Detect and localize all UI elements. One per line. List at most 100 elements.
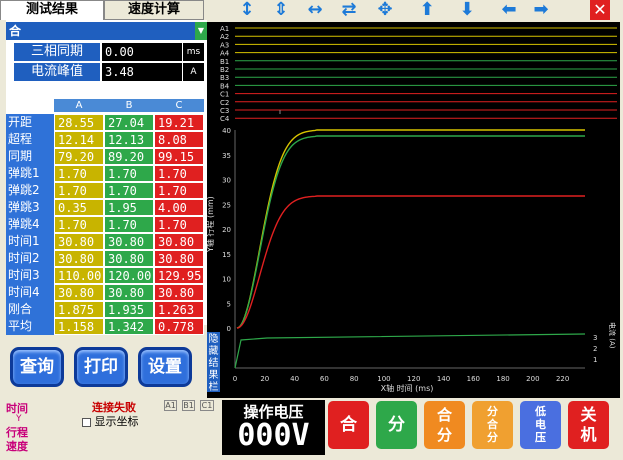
travel-plot[interactable]: A1 A2 A3 A4 B1 B2 B3 B4 C1 C2 C3 C4 40 35 30 25 20 15 10 5 0…	[205, 22, 620, 398]
show-coords-label: 显示坐标	[94, 415, 139, 428]
y-tick-label: 30	[222, 177, 231, 185]
hide-results-text: 隐	[209, 333, 219, 345]
plot-toolbar: ↕ ⇕ ↔ ⇄ ✥ ⬆ ⬇ ⬅ ➡ ✕	[207, 0, 623, 22]
cell-a: 0.35	[54, 199, 104, 216]
right-tick-label: 2	[593, 345, 597, 353]
travel-curve	[236, 129, 585, 329]
tab-speed-calc[interactable]: 速度计算	[104, 0, 204, 20]
sync3-value: 0.00	[102, 43, 182, 61]
compress-vertical-icon[interactable]: ⇕	[271, 0, 291, 20]
cell-c: 19.21	[154, 114, 204, 131]
voltage-panel: 操作电压 000V	[222, 400, 325, 455]
sync3-label: 三相同期	[14, 43, 100, 61]
expand-horizontal-icon[interactable]: ↔	[303, 0, 327, 20]
row-label: 开距	[6, 114, 54, 131]
sync3-unit: ms	[183, 43, 204, 61]
channel-label: B3	[220, 74, 229, 82]
cell-c: 129.95	[154, 267, 204, 284]
x-tick-label: 20	[260, 375, 269, 383]
cell-c: 30.80	[154, 284, 204, 301]
channel-label: C1	[220, 91, 229, 99]
channel-label: A1	[220, 25, 229, 33]
current-peak-unit: A	[183, 63, 204, 81]
col-header-c: C	[154, 99, 204, 112]
checkbox-icon[interactable]	[82, 417, 91, 427]
compress-horizontal-icon[interactable]: ⇄	[337, 0, 361, 20]
cell-c: 4.00	[154, 199, 204, 216]
shutdown-button[interactable]: 关机	[568, 401, 609, 449]
close-op-button[interactable]: 合	[328, 401, 369, 449]
settings-button[interactable]: 设置	[138, 347, 192, 387]
x-tick-label: 180	[496, 375, 509, 383]
row-label: 超程	[6, 131, 54, 148]
tab-test-results[interactable]: 测试结果	[0, 0, 104, 20]
cell-b: 1.342	[104, 318, 154, 335]
open-op-button[interactable]: 分	[376, 401, 417, 449]
hide-results-text: 果	[209, 369, 219, 381]
cell-c: 0.778	[154, 318, 204, 335]
x-tick-label: 40	[290, 375, 299, 383]
row-label: 平均	[6, 318, 54, 335]
close-open-button[interactable]: 合分	[424, 401, 465, 449]
y-tick-label: 5	[227, 300, 231, 308]
cell-b: 27.04	[104, 114, 154, 131]
low-voltage-button[interactable]: 低电压	[520, 401, 561, 449]
legend-y: Y	[16, 414, 22, 424]
current-curve	[234, 333, 586, 369]
up-arrow-icon[interactable]: ⬆	[417, 0, 437, 20]
x-tick-label: 200	[526, 375, 539, 383]
x-tick-label: 220	[556, 375, 569, 383]
cell-a: 1.70	[54, 182, 104, 199]
row-label: 刚合	[6, 301, 54, 318]
phase-c1-box[interactable]: C1	[200, 400, 214, 411]
legend-speed: 速度	[6, 440, 28, 453]
row-label: 弹跳4	[6, 216, 54, 233]
channel-label: B1	[220, 58, 229, 66]
y-tick-label: 25	[222, 201, 231, 209]
print-button[interactable]: 打印	[74, 347, 128, 387]
cell-c: 30.80	[154, 233, 204, 250]
y-tick-label: 35	[222, 152, 231, 160]
channel-label: A3	[220, 41, 229, 49]
right-arrow-icon[interactable]: ➡	[529, 0, 553, 20]
close-icon[interactable]: ✕	[590, 0, 610, 20]
show-coords-checkbox[interactable]: 显示坐标	[82, 413, 139, 429]
right-tick-label: 3	[593, 334, 597, 342]
cell-c: 8.08	[154, 131, 204, 148]
left-arrow-icon[interactable]: ⬅	[497, 0, 521, 20]
cell-a: 1.70	[54, 216, 104, 233]
mode-selector[interactable]: 合 ▼	[6, 22, 207, 40]
y-tick-label: 20	[222, 226, 231, 234]
row-label: 弹跳3	[6, 199, 54, 216]
move-all-icon[interactable]: ✥	[373, 0, 397, 20]
cell-c: 30.80	[154, 250, 204, 267]
cell-b: 1.70	[104, 182, 154, 199]
phase-a1-box[interactable]: A1	[164, 400, 177, 411]
cell-b: 1.70	[104, 165, 154, 182]
cell-c: 1.263	[154, 301, 204, 318]
results-panel: 合 ▼ 三相同期 0.00 ms 电流峰值 3.48 A A B C 开距 28.…	[6, 20, 207, 335]
x-tick-label: 80	[350, 375, 359, 383]
x-axis-label: X轴 时间 (ms)	[381, 383, 434, 393]
row-label: 时间3	[6, 267, 54, 284]
row-label: 时间4	[6, 284, 54, 301]
query-button[interactable]: 查询	[10, 347, 64, 387]
y-tick-label: 0	[227, 325, 231, 333]
channel-label: A4	[220, 50, 230, 58]
cell-b: 30.80	[104, 250, 154, 267]
phase-b1-box[interactable]: B1	[182, 400, 195, 411]
chevron-down-icon[interactable]: ▼	[195, 22, 207, 40]
channel-label: B4	[220, 82, 230, 90]
cell-b: 30.80	[104, 233, 154, 250]
row-label: 弹跳2	[6, 182, 54, 199]
cell-a: 30.80	[54, 233, 104, 250]
y-tick-label: 40	[222, 127, 231, 135]
channel-label: B2	[220, 66, 229, 74]
expand-vertical-icon[interactable]: ↕	[237, 0, 257, 20]
right-axis-label: 电流 (A)	[608, 322, 617, 349]
open-close-open-button[interactable]: 分合分	[472, 401, 513, 449]
cell-a: 12.14	[54, 131, 104, 148]
down-arrow-icon[interactable]: ⬇	[457, 0, 477, 20]
row-label: 弹跳1	[6, 165, 54, 182]
cell-b: 1.70	[104, 216, 154, 233]
